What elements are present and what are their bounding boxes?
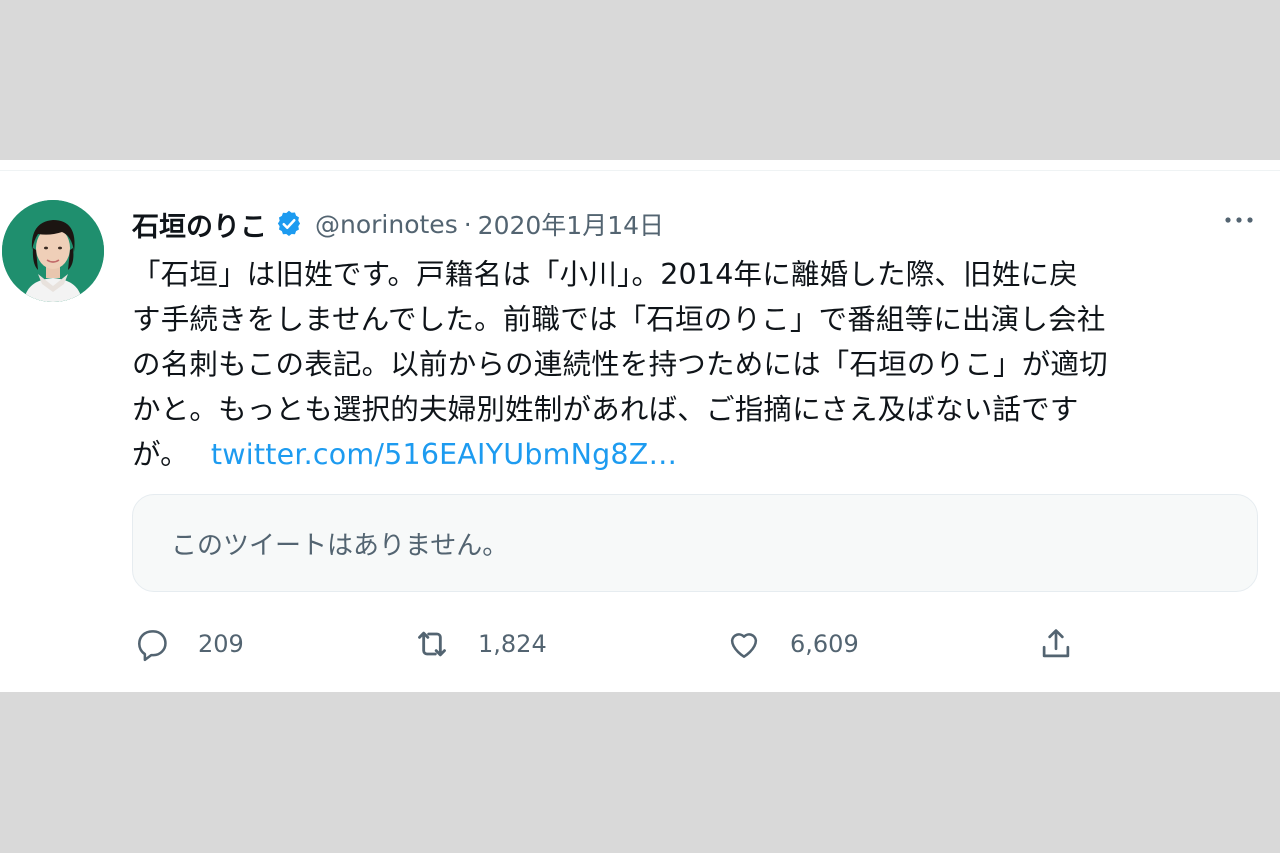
tweet-text-line: かと。もっとも選択的夫婦別姓制があれば、ご指摘にさえ及ばない話です [132,393,1079,426]
reply-icon [132,624,172,664]
verified-badge-icon [275,210,303,238]
handle[interactable]: @norinotes [315,210,458,239]
tweet-text-last-line: が。 twitter.com/516EAIYUbmNg8Z… [132,432,1242,477]
heart-icon [724,624,764,664]
quote-unavailable-text: このツイートはありません。 [171,531,509,561]
tweet-header: 石垣のりこ @norinotes · 2020年1月14日 [132,204,664,244]
tweet-text-line: 「石垣」は旧姓です。戸籍名は「小川」。2014年に離婚した際、旧姓に戻 [132,258,1078,291]
top-background-band [0,0,1280,160]
separator-dot: · [463,209,472,239]
tweet-text: 「石垣」は旧姓です。戸籍名は「小川」。2014年に離婚した際、旧姓に戻 す手続き… [132,252,1242,477]
share-icon [1036,624,1076,664]
retweet-button[interactable]: 1,824 [412,622,547,666]
like-count: 6,609 [790,630,859,658]
like-button[interactable]: 6,609 [724,622,859,666]
bottom-background-band [0,692,1280,853]
tweet-link[interactable]: twitter.com/516EAIYUbmNg8Z… [211,438,677,471]
reply-count: 209 [198,630,244,658]
display-name[interactable]: 石垣のりこ [132,205,267,244]
tweet-card: 石垣のりこ @norinotes · 2020年1月14日 「石垣」は旧姓です。… [0,160,1280,692]
tweet-date[interactable]: 2020年1月14日 [478,206,664,242]
retweet-icon [412,624,452,664]
reply-button[interactable]: 209 [132,622,244,666]
tweet-text-tail: が。 [132,438,189,471]
tweet-text-line: す手続きをしませんでした。前職では「石垣のりこ」で番組等に出演し会社 [132,303,1106,336]
action-bar: 209 1,824 6,609 [132,622,1258,666]
avatar[interactable] [2,200,104,302]
divider [0,170,1280,171]
tweet-text-line: の名刺もこの表記。以前からの連続性を持つためには「石垣のりこ」が適切 [132,348,1108,381]
retweet-count: 1,824 [478,630,547,658]
more-dots-icon[interactable] [1222,210,1256,230]
share-button[interactable] [1036,622,1076,666]
quoted-tweet-unavailable[interactable]: このツイートはありません。 [132,494,1258,592]
